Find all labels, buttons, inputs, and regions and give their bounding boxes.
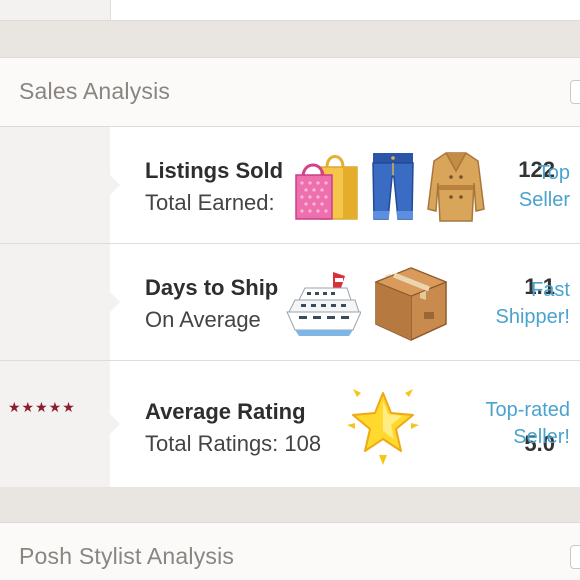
closet-stats-page: Sales Analysis 122 Listings Sold Total E…	[0, 0, 580, 580]
sales-stats-list: 122 Listings Sold Total Earned: Top Sell…	[0, 127, 580, 487]
badge-line-1: Fast	[531, 279, 570, 301]
total-earned-label: Total Earned:	[145, 190, 275, 215]
row-pointer	[110, 414, 120, 434]
previous-section-left-column	[0, 0, 111, 20]
glowing-star-icon	[347, 389, 419, 465]
days-to-ship-label: Days to Ship	[145, 275, 279, 300]
sales-analysis-header[interactable]: Sales Analysis	[0, 57, 580, 127]
average-rating-label: Average Rating	[145, 399, 306, 424]
sales-analysis-title: Sales Analysis	[19, 78, 171, 104]
stat-row-average-rating: ★★★★★ 5.0 Average Rating Total Ratings: …	[0, 361, 580, 487]
listings-sold-label: Listings Sold	[145, 158, 284, 183]
jeans-icon	[372, 153, 414, 220]
top-rated-seller-badge: Top-rated Seller!	[450, 397, 571, 451]
stat-row-days-to-ship: 1.1 Days to Ship On Average Fast Shipper…	[0, 244, 580, 361]
previous-section-card	[0, 0, 580, 21]
on-average-label: On Average	[145, 307, 261, 332]
posh-stylist-analysis-title: Posh Stylist Analysis	[19, 543, 235, 569]
top-seller-badge: Top Seller	[450, 160, 570, 214]
badge-line-1: Top	[537, 162, 570, 184]
badge-line-2: Shipper!	[495, 306, 571, 328]
stat-value-column	[0, 361, 110, 487]
posh-stylist-analysis-header[interactable]: Posh Stylist Analysis	[0, 522, 580, 580]
badge-line-2: Seller!	[513, 426, 570, 448]
stat-row-listings-sold: 122 Listings Sold Total Earned: Top Sell…	[0, 127, 580, 244]
row-pointer	[110, 175, 120, 195]
package-icon	[374, 267, 448, 341]
badge-line-2: Seller	[518, 189, 570, 211]
fast-shipper-badge: Fast Shipper!	[450, 277, 571, 331]
stat-value-column	[0, 244, 110, 360]
collapse-toggle[interactable]	[570, 80, 580, 104]
rating-stars-icon: ★★★★★	[8, 399, 76, 415]
total-ratings-label: Total Ratings: 108	[145, 431, 322, 456]
cruise-ship-icon	[286, 272, 361, 336]
collapse-toggle[interactable]	[570, 545, 580, 569]
shopping-bags-icon	[295, 155, 358, 220]
badge-line-1: Top-rated	[485, 399, 571, 421]
stat-value-column	[0, 127, 110, 243]
row-pointer	[110, 292, 120, 312]
